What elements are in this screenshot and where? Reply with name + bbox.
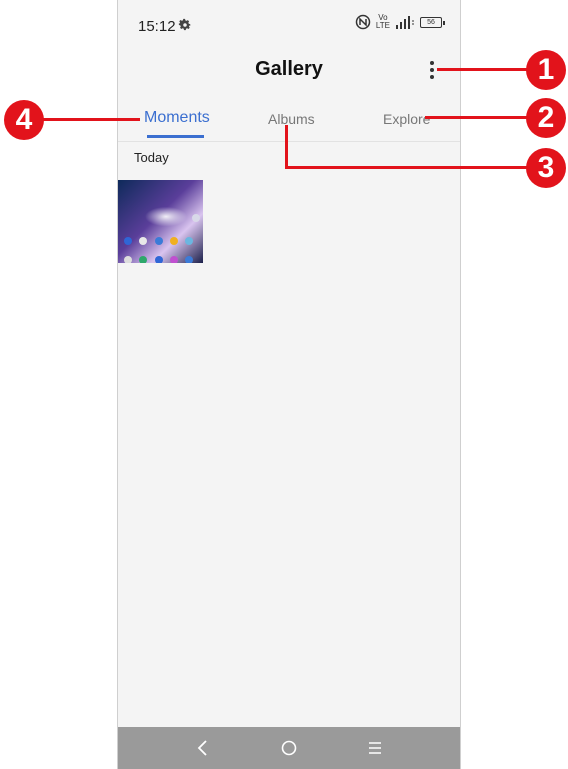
photo-thumbnail[interactable] <box>118 180 203 263</box>
callout-line-3-vertical <box>285 125 288 169</box>
recent-apps-icon[interactable] <box>362 735 388 761</box>
home-icon[interactable] <box>276 735 302 761</box>
status-bar: 15:12 Vo LTE 56 <box>118 0 460 46</box>
gear-icon <box>178 18 191 31</box>
nfc-icon <box>355 14 371 30</box>
tab-albums[interactable]: Albums <box>268 111 315 147</box>
signal-icon <box>396 16 414 29</box>
callout-badge-4: 4 <box>4 100 44 140</box>
callout-line-2 <box>425 116 530 119</box>
callout-line-4 <box>40 118 140 121</box>
section-heading-today: Today <box>134 150 169 165</box>
phone-screen: 15:12 Vo LTE 56 Gallery Moments Albums E… <box>117 0 461 769</box>
active-tab-indicator <box>147 135 204 138</box>
page-title: Gallery <box>255 58 323 80</box>
tab-explore[interactable]: Explore <box>383 111 430 147</box>
status-icons: Vo LTE 56 <box>355 14 445 30</box>
battery-indicator: 56 <box>420 16 445 28</box>
back-icon[interactable] <box>190 735 216 761</box>
callout-badge-3: 3 <box>526 148 566 188</box>
callout-badge-1: 1 <box>526 50 566 90</box>
callout-badge-2: 2 <box>526 98 566 138</box>
volte-bottom: LTE <box>375 21 390 30</box>
callout-line-3-horizontal <box>285 166 530 169</box>
tab-moments[interactable]: Moments <box>144 109 210 145</box>
volte-indicator: Vo LTE <box>376 14 390 30</box>
navigation-bar <box>118 727 460 769</box>
callout-line-1 <box>437 68 530 71</box>
status-time: 15:12 <box>138 18 176 35</box>
